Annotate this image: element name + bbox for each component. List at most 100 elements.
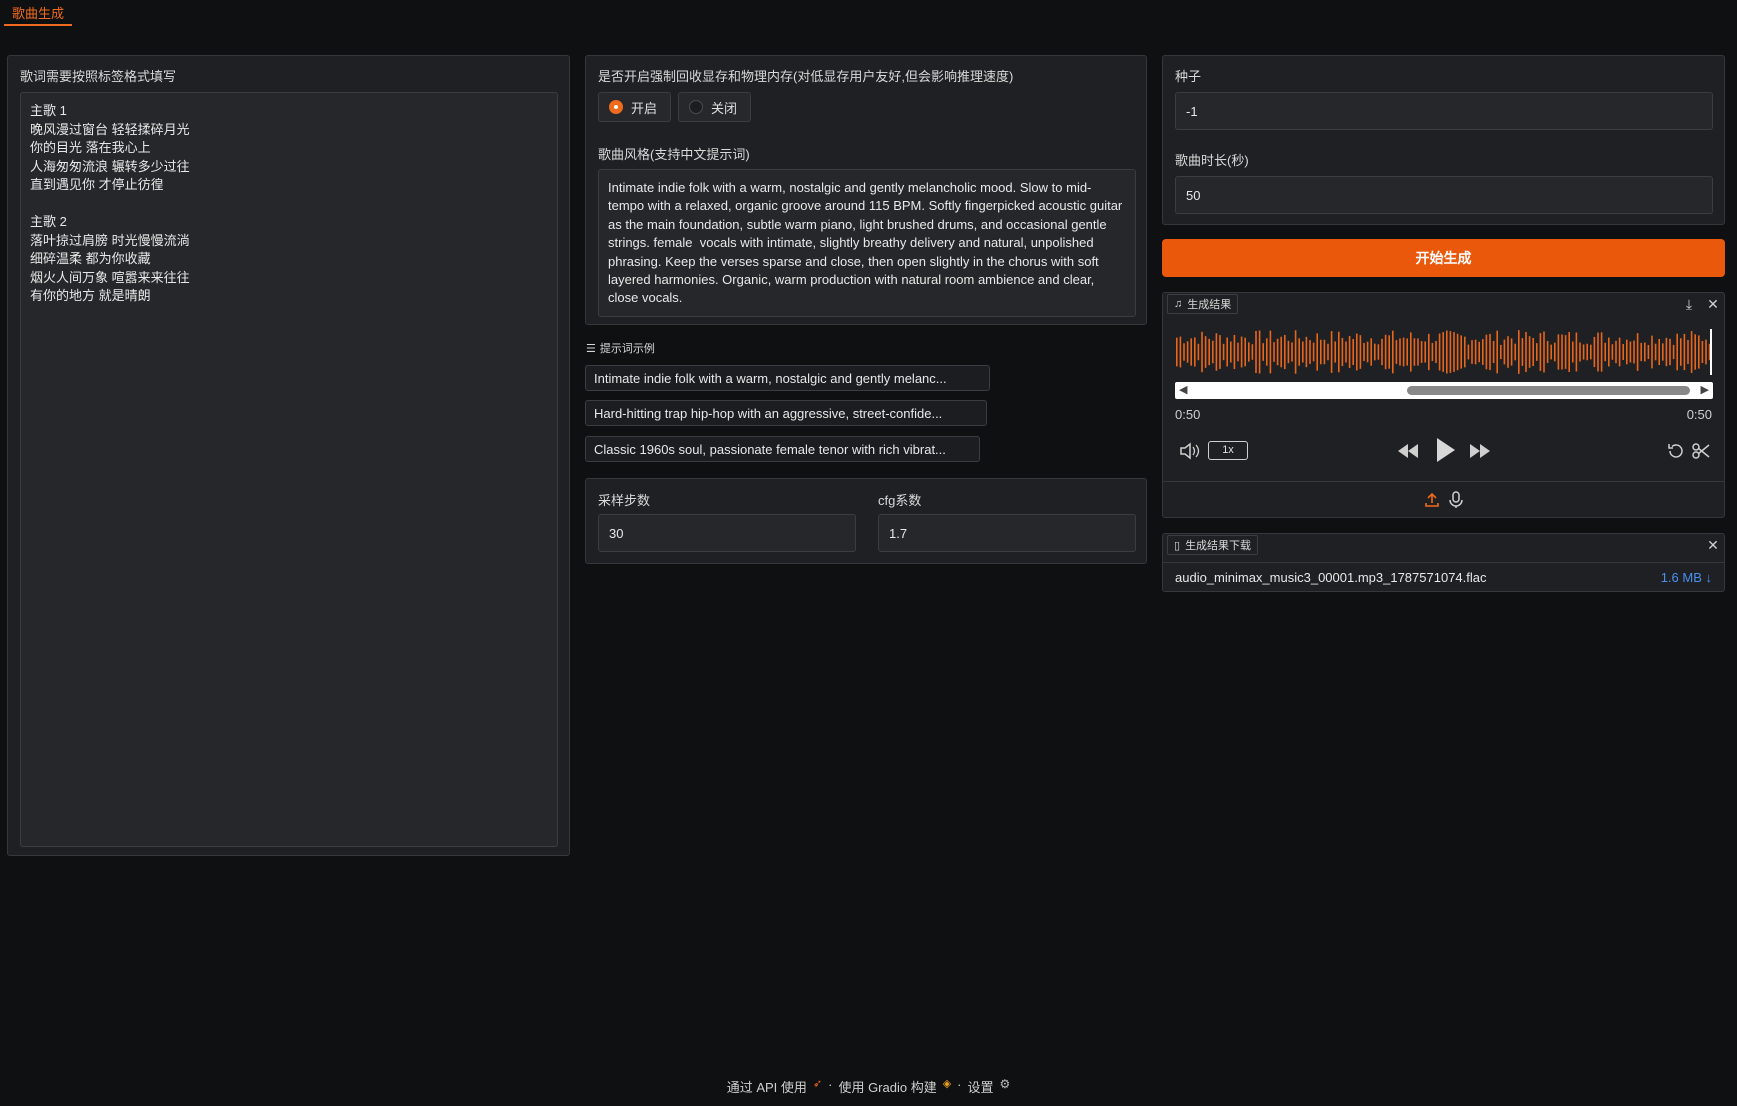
waveform-bar (1233, 334, 1236, 370)
volume-icon[interactable] (1179, 442, 1201, 465)
footer: 通过 API 使用 ➶ · 使用 Gradio 构建 ◈ · 设置 ⚙ (0, 1077, 1737, 1097)
waveform-bar (1701, 340, 1704, 364)
waveform-bar (1514, 343, 1516, 361)
memory-option-off[interactable]: 关闭 (678, 92, 751, 122)
waveform-bar (1244, 337, 1246, 367)
upload-icon[interactable] (1423, 491, 1441, 514)
waveform-bar (1500, 344, 1502, 360)
example-item[interactable]: Intimate indie folk with a warm, nostalg… (585, 365, 990, 391)
waveform-bar (1194, 337, 1196, 367)
waveform-bar (1597, 332, 1599, 372)
lyrics-textarea[interactable]: 主歌 1 晚风漫过窗台 轻轻揉碎月光 你的目光 落在我心上 人海匆匆流浪 辗转多… (20, 92, 558, 847)
waveform-bar (1647, 344, 1650, 360)
waveform[interactable] (1175, 327, 1713, 377)
duration-input[interactable] (1175, 176, 1713, 214)
waveform-bar (1694, 334, 1696, 370)
waveform-bar (1420, 341, 1423, 363)
cfg-input[interactable] (878, 514, 1136, 552)
playback-speed-button[interactable]: 1x (1208, 441, 1248, 460)
waveform-bar (1384, 334, 1387, 370)
tab-song-generation[interactable]: 歌曲生成 (4, 0, 73, 26)
waveform-bar (1629, 341, 1632, 363)
waveform-bar (1644, 342, 1646, 362)
waveform-bar (1618, 337, 1621, 367)
play-icon[interactable] (1433, 436, 1457, 469)
waveform-bar (1366, 341, 1369, 363)
waveform-bar (1561, 334, 1563, 370)
waveform-bar (1399, 338, 1401, 366)
waveform-bar (1255, 330, 1257, 374)
scroll-left-icon[interactable]: ◀ (1179, 383, 1187, 396)
waveform-bar (1676, 333, 1678, 371)
waveform-bar (1532, 337, 1534, 367)
download-icon[interactable]: ⤓ (1680, 295, 1698, 313)
waveform-bar (1438, 333, 1441, 371)
waveform-bar (1294, 330, 1297, 374)
waveform-bar (1478, 341, 1480, 363)
example-item[interactable]: Classic 1960s soul, passionate female te… (585, 436, 980, 462)
waveform-bar (1388, 335, 1390, 369)
waveform-bar (1608, 337, 1610, 367)
music-note-icon: ♫ (1174, 298, 1183, 310)
waveform-bar (1186, 341, 1189, 363)
waveform-bar (1352, 338, 1354, 366)
example-item[interactable]: Hard-hitting trap hip-hop with an aggres… (585, 400, 987, 426)
waveform-bar (1302, 341, 1304, 363)
waveform-bar (1402, 337, 1405, 367)
waveform-bar (1611, 344, 1614, 360)
waveform-bar (1665, 337, 1668, 367)
waveform-bar (1575, 332, 1578, 372)
waveform-bar (1215, 333, 1218, 371)
steps-input[interactable] (598, 514, 856, 552)
waveform-scrollbar[interactable]: ◀ ▶ (1175, 382, 1713, 399)
scroll-thumb[interactable] (1407, 386, 1690, 395)
footer-settings-link[interactable]: 设置 (968, 1077, 994, 1097)
waveform-bar (1680, 338, 1682, 366)
fast-forward-icon[interactable] (1468, 442, 1492, 465)
memory-option-on-label: 开启 (631, 100, 658, 116)
waveform-bar (1359, 335, 1362, 369)
radio-selected-icon (609, 100, 623, 114)
waveform-bar (1636, 333, 1639, 371)
footer-api-link[interactable]: 通过 API 使用 (727, 1077, 807, 1097)
waveform-bar (1284, 334, 1286, 370)
waveform-bar (1190, 338, 1192, 366)
rewind-icon[interactable] (1396, 442, 1420, 465)
waveform-bar (1334, 341, 1336, 363)
download-size-link[interactable]: 1.6 MB ↓ (1661, 570, 1712, 585)
waveform-bar (1492, 340, 1495, 364)
waveform-bar (1590, 344, 1592, 360)
close-icon[interactable]: ✕ (1704, 536, 1722, 554)
close-icon[interactable]: ✕ (1704, 295, 1722, 313)
waveform-bar (1586, 343, 1588, 361)
waveform-bar (1446, 330, 1448, 374)
trim-scissors-icon[interactable] (1691, 441, 1711, 466)
waveform-bar (1316, 333, 1318, 371)
waveform-bar (1309, 340, 1311, 364)
file-icon: ▯ (1174, 539, 1181, 552)
download-filename[interactable]: audio_minimax_music3_00001.mp3_178757107… (1175, 570, 1487, 585)
seed-input[interactable] (1175, 92, 1713, 130)
audio-result-tag: ♫ 生成结果 (1167, 294, 1239, 314)
waveform-bar (1449, 331, 1452, 373)
memory-option-on[interactable]: 开启 (598, 92, 671, 122)
generate-button[interactable]: 开始生成 (1162, 239, 1725, 277)
memory-label: 是否开启强制回收显存和物理内存(对低显存用户友好,但会影响推理速度) (598, 69, 1014, 84)
waveform-bar (1626, 339, 1628, 365)
waveform-bar (1330, 331, 1333, 373)
footer-gradio-link[interactable]: 使用 Gradio 构建 (838, 1077, 936, 1097)
waveform-bar (1672, 344, 1675, 360)
waveform-bar (1507, 336, 1509, 368)
scroll-right-icon[interactable]: ▶ (1701, 383, 1709, 396)
waveform-bar (1356, 333, 1358, 371)
waveform-bar (1258, 330, 1261, 374)
microphone-icon[interactable] (1448, 491, 1464, 514)
download-panel: ▯ 生成结果下载 ✕ audio_minimax_music3_00001.mp… (1162, 533, 1725, 592)
waveform-bar (1485, 334, 1488, 370)
waveform-bar (1482, 339, 1484, 365)
waveform-bar (1546, 341, 1549, 363)
playhead-cursor[interactable] (1710, 329, 1712, 375)
waveform-bar (1287, 340, 1290, 364)
style-textarea[interactable]: Intimate indie folk with a warm, nostalg… (598, 169, 1136, 317)
reset-icon[interactable] (1666, 441, 1686, 466)
